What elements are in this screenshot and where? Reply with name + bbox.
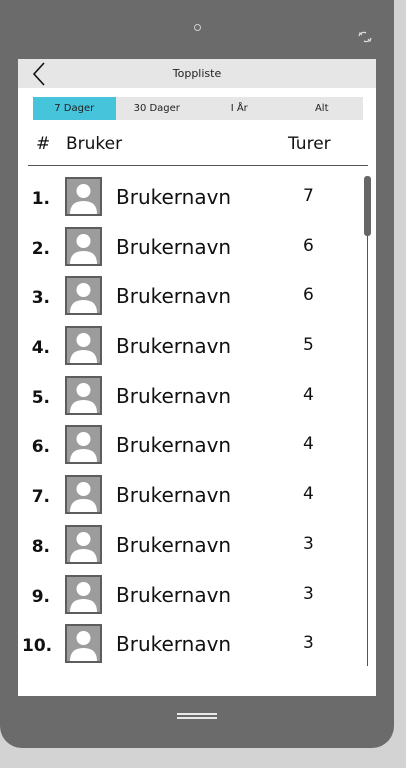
user-avatar-icon: [65, 226, 102, 266]
rank-number: 6.: [31, 437, 50, 458]
tab-all[interactable]: Alt: [281, 97, 364, 120]
user-avatar-icon: [65, 475, 102, 515]
username: Brukernavn: [116, 383, 232, 408]
rank-number: 3.: [31, 288, 50, 309]
rank-number: 4.: [31, 338, 50, 359]
trip-count: 3: [303, 583, 314, 604]
list-item[interactable]: 4. Brukernavn 5: [18, 325, 376, 375]
column-header-trips: Turer: [288, 134, 331, 154]
trip-count: 6: [303, 235, 314, 256]
list-item[interactable]: 2. Brukernavn 6: [18, 226, 376, 276]
title-bar: Toppliste: [18, 59, 376, 88]
username: Brukernavn: [116, 483, 232, 508]
username: Brukernavn: [116, 582, 232, 607]
tab-30-days[interactable]: 30 Dager: [116, 97, 199, 120]
list-item[interactable]: 5. Brukernavn 4: [18, 375, 376, 425]
home-menu-icon: [177, 713, 217, 715]
rank-number: 2.: [31, 238, 50, 259]
user-avatar-icon: [65, 375, 102, 415]
camera-icon: [194, 24, 201, 31]
rank-number: 8.: [31, 536, 50, 557]
trip-count: 4: [303, 484, 314, 505]
username: Brukernavn: [116, 532, 232, 557]
scrollbar-thumb[interactable]: [364, 176, 371, 236]
user-avatar-icon: [65, 624, 102, 664]
rank-number: 10.: [22, 636, 53, 657]
rank-number: 5.: [31, 387, 50, 408]
username: Brukernavn: [116, 185, 232, 209]
column-header-rank: #: [36, 134, 51, 154]
rank-number: 7.: [31, 487, 50, 508]
rank-number: 9.: [31, 586, 50, 607]
user-avatar-icon: [65, 177, 102, 216]
trip-count: 3: [303, 633, 314, 654]
list-item[interactable]: 8. Brukernavn 3: [18, 524, 376, 574]
user-avatar-icon: [65, 276, 102, 316]
home-menu-button[interactable]: [177, 713, 217, 725]
user-avatar-icon: [65, 425, 102, 465]
tablet-device-frame: Toppliste 7 Dager 30 Dager I År Alt # Br…: [0, 0, 394, 748]
username: Brukernavn: [116, 334, 232, 359]
username: Brukernavn: [116, 632, 232, 657]
list-item[interactable]: 9. Brukernavn 3: [18, 574, 376, 624]
rank-number: 1.: [31, 189, 50, 209]
period-tabs: 7 Dager 30 Dager I År Alt: [33, 97, 363, 120]
scrollbar-track[interactable]: [367, 177, 368, 666]
trip-count: 3: [303, 533, 314, 554]
trip-count: 5: [303, 335, 314, 356]
username: Brukernavn: [116, 284, 232, 309]
rotate-icon[interactable]: [356, 30, 374, 44]
trip-count: 4: [303, 434, 314, 455]
list-item[interactable]: 6. Brukernavn 4: [18, 424, 376, 474]
table-header: # Bruker Turer: [18, 134, 376, 160]
tab-7-days[interactable]: 7 Dager: [33, 97, 116, 120]
username: Brukernavn: [116, 234, 232, 259]
username: Brukernavn: [116, 433, 232, 458]
user-avatar-icon: [65, 524, 102, 564]
user-avatar-icon: [65, 326, 102, 366]
page-title: Toppliste: [172, 67, 222, 80]
list-item[interactable]: 3. Brukernavn 6: [18, 275, 376, 325]
leaderboard-list: 1. Brukernavn 7 2. Brukernavn 6 3. Brukernavn 6 4…: [18, 176, 376, 673]
list-item[interactable]: 1. Brukernavn 7: [18, 176, 376, 226]
trip-count: 4: [303, 384, 314, 405]
user-avatar-icon: [65, 574, 102, 614]
header-divider: [28, 165, 368, 166]
trip-count: 6: [303, 285, 314, 306]
app-screen: Toppliste 7 Dager 30 Dager I År Alt # Br…: [18, 59, 376, 696]
list-item[interactable]: 7. Brukernavn 4: [18, 474, 376, 524]
column-header-user: Bruker: [66, 134, 123, 154]
trip-count: 7: [303, 186, 314, 206]
tab-this-year[interactable]: I År: [198, 97, 281, 120]
home-menu-icon-bar: [177, 717, 217, 719]
list-item[interactable]: 10. Brukernavn 3: [18, 623, 376, 673]
